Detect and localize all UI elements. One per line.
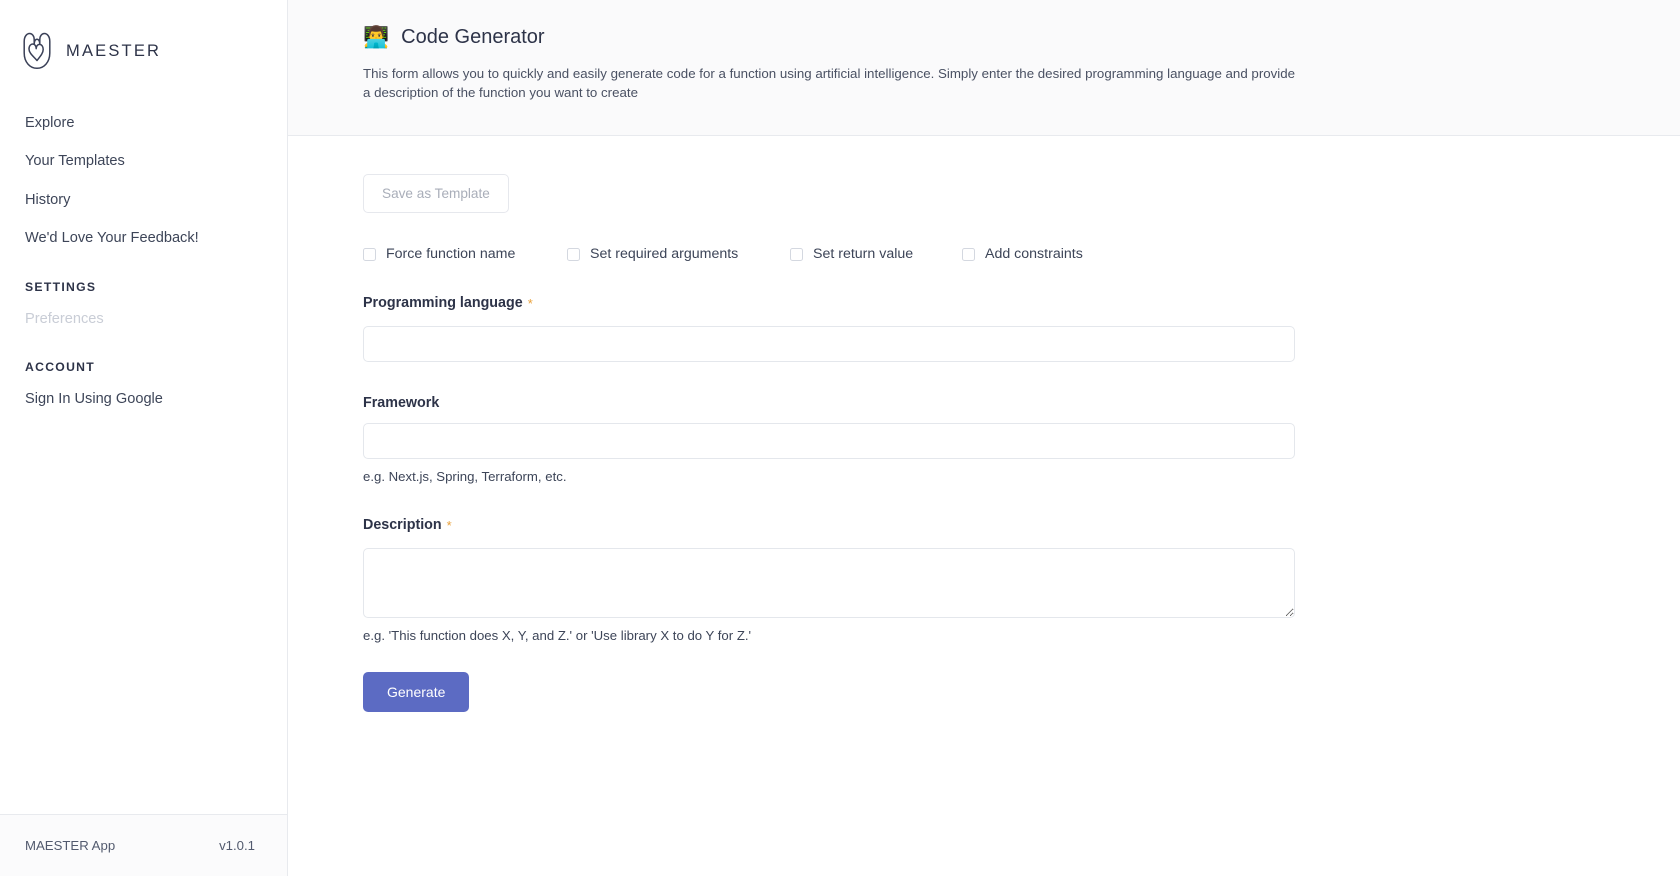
checkbox-set-return-value[interactable]: Set return value	[790, 246, 962, 262]
brand-name: MAESTER	[66, 42, 161, 61]
required-asterisk: *	[528, 296, 533, 311]
save-as-template-button[interactable]: Save as Template	[363, 174, 509, 213]
checkbox-set-required-arguments[interactable]: Set required arguments	[567, 246, 790, 262]
field-label: Programming language	[363, 295, 523, 311]
sidebar-group-account-title: ACCOUNT	[0, 338, 287, 380]
sidebar-footer: MAESTER App v1.0.1	[0, 814, 287, 876]
options-checkbox-row: Force function name Set required argumen…	[363, 246, 1640, 262]
sidebar-item-feedback[interactable]: We'd Love Your Feedback!	[0, 219, 287, 257]
brand[interactable]: MAESTER	[0, 0, 287, 76]
programming-language-input[interactable]	[363, 326, 1295, 362]
description-helper-text: e.g. 'This function does X, Y, and Z.' o…	[363, 628, 1640, 643]
sidebar-item-history[interactable]: History	[0, 181, 287, 219]
sidebar: MAESTER Explore Your Templates History W…	[0, 0, 288, 876]
checkbox-box-icon[interactable]	[567, 248, 580, 261]
checkbox-label: Set return value	[813, 246, 913, 262]
page-title-row: 👨‍💻 Code Generator	[363, 24, 1640, 50]
footer-version: v1.0.1	[219, 838, 255, 853]
man-technologist-icon: 👨‍💻	[363, 27, 389, 48]
field-label: Framework	[363, 395, 439, 411]
checkbox-label: Set required arguments	[590, 246, 738, 262]
checkbox-box-icon[interactable]	[790, 248, 803, 261]
framework-input[interactable]	[363, 423, 1295, 459]
page-title: Code Generator	[401, 24, 544, 50]
page-header: 👨‍💻 Code Generator This form allows you …	[288, 0, 1680, 136]
field-description: Description * e.g. 'This function does X,…	[363, 516, 1640, 643]
sidebar-group-settings-title: SETTINGS	[0, 258, 287, 300]
field-framework: Framework e.g. Next.js, Spring, Terrafor…	[363, 394, 1640, 484]
sidebar-item-sign-in-google[interactable]: Sign In Using Google	[0, 380, 287, 418]
sidebar-nav: Explore Your Templates History We'd Love…	[0, 76, 287, 419]
sidebar-item-explore[interactable]: Explore	[0, 104, 287, 142]
checkbox-force-function-name[interactable]: Force function name	[363, 246, 567, 262]
main-content: 👨‍💻 Code Generator This form allows you …	[288, 0, 1680, 876]
checkbox-box-icon[interactable]	[962, 248, 975, 261]
sidebar-item-your-templates[interactable]: Your Templates	[0, 142, 287, 180]
code-generator-form: Save as Template Force function name Set…	[288, 136, 1680, 712]
field-programming-language: Programming language *	[363, 294, 1640, 362]
checkbox-box-icon[interactable]	[363, 248, 376, 261]
checkbox-add-constraints[interactable]: Add constraints	[962, 246, 1083, 262]
footer-app-name: MAESTER App	[25, 838, 115, 853]
checkbox-label: Add constraints	[985, 246, 1083, 262]
app-root: MAESTER Explore Your Templates History W…	[0, 0, 1680, 876]
field-label: Description	[363, 517, 442, 533]
page-description: This form allows you to quickly and easi…	[363, 64, 1298, 103]
maester-shield-logo-icon	[22, 32, 52, 70]
generate-button[interactable]: Generate	[363, 672, 469, 712]
checkbox-label: Force function name	[386, 246, 515, 262]
framework-helper-text: e.g. Next.js, Spring, Terraform, etc.	[363, 469, 1640, 484]
required-asterisk: *	[447, 518, 452, 533]
sidebar-item-preferences: Preferences	[0, 300, 287, 338]
description-textarea[interactable]	[363, 548, 1295, 618]
